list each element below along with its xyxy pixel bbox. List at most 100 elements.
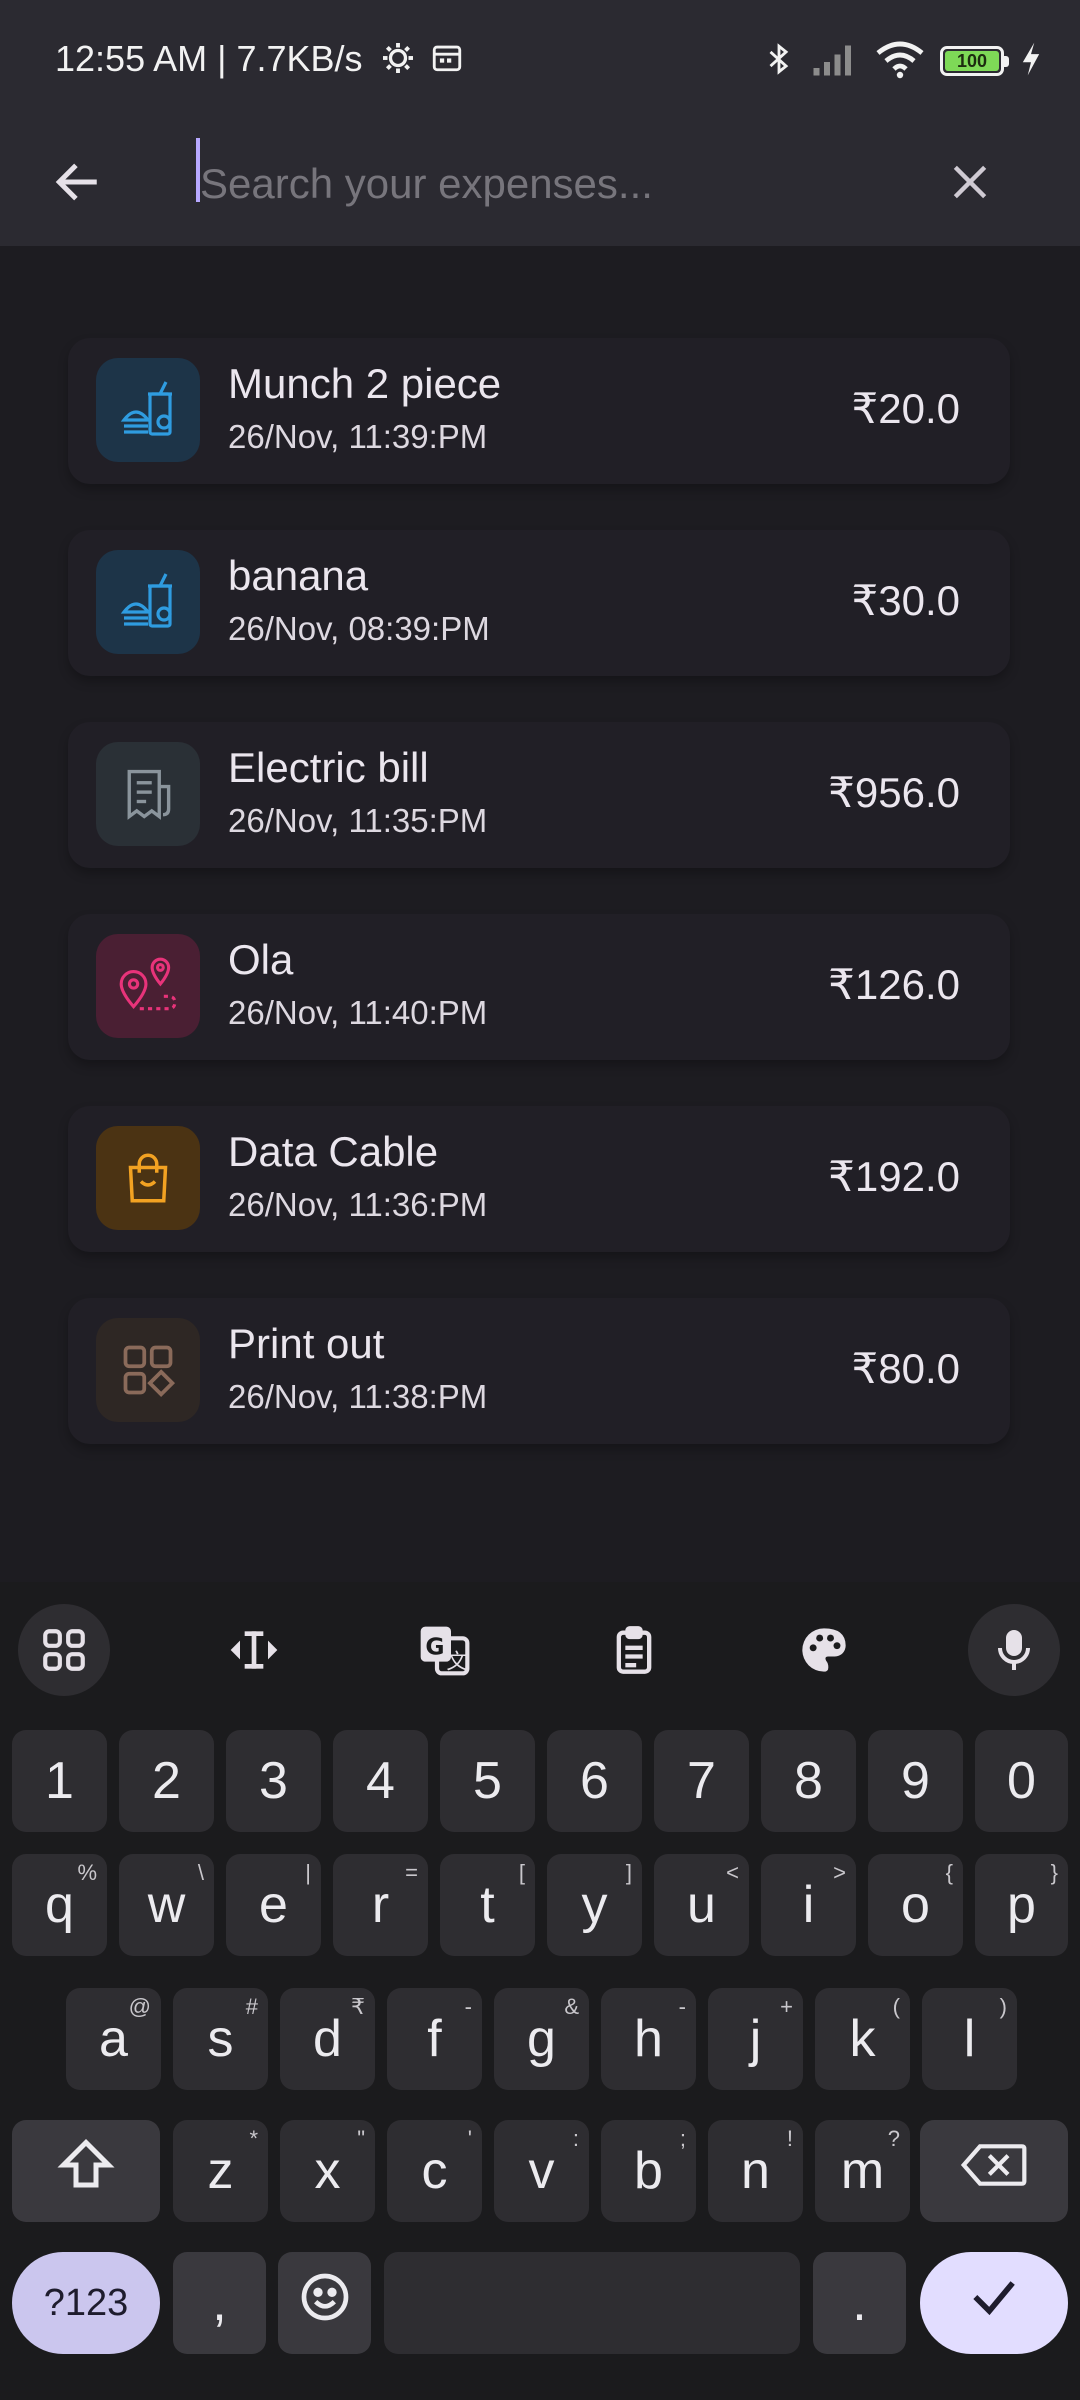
key-f[interactable]: f- bbox=[387, 1988, 482, 2090]
key-w[interactable]: w \ bbox=[119, 1854, 214, 1956]
key-6[interactable]: 6 bbox=[547, 1730, 642, 1832]
key-r[interactable]: r = bbox=[333, 1854, 428, 1956]
status-time: 12:55 AM | 7.7KB/s bbox=[55, 38, 363, 79]
expense-item[interactable]: Ola 26/Nov, 11:40:PM ₹126.0 bbox=[68, 914, 1010, 1060]
key-label: q bbox=[45, 1876, 74, 1934]
key-hint: " bbox=[357, 2126, 365, 2151]
space-bar[interactable] bbox=[384, 2252, 800, 2354]
key-hint: ' bbox=[467, 2126, 472, 2151]
key-8[interactable]: 8 bbox=[761, 1730, 856, 1832]
clipboard-icon[interactable] bbox=[588, 1604, 680, 1696]
text-cursor-icon[interactable] bbox=[208, 1604, 300, 1696]
expense-item[interactable]: Print out 26/Nov, 11:38:PM ₹80.0 bbox=[68, 1298, 1010, 1444]
key-d[interactable]: d ₹ bbox=[280, 1988, 375, 2090]
top-app-bar: 12:55 AM | 7.7KB/s 100 bbox=[0, 0, 1080, 246]
key-hint: - bbox=[464, 1994, 472, 2019]
food-icon bbox=[96, 358, 200, 462]
key-label: 4 bbox=[366, 1752, 395, 1810]
expense-item[interactable]: banana 26/Nov, 08:39:PM ₹30.0 bbox=[68, 530, 1010, 676]
apps-grid-icon[interactable] bbox=[18, 1604, 110, 1696]
expense-date: 26/Nov, 11:36:PM bbox=[228, 1186, 488, 1223]
back-button[interactable] bbox=[38, 144, 118, 224]
key-k[interactable]: k( bbox=[815, 1988, 910, 2090]
key-label: u bbox=[687, 1876, 716, 1934]
key-g[interactable]: g & bbox=[494, 1988, 589, 2090]
expense-title: banana bbox=[228, 552, 369, 599]
key-v[interactable]: v: bbox=[494, 2120, 589, 2222]
key-label: , bbox=[212, 2274, 227, 2332]
expense-title: Munch 2 piece bbox=[228, 360, 502, 407]
receipt-icon bbox=[96, 742, 200, 846]
backspace-icon bbox=[959, 2140, 1029, 2203]
key-label: f bbox=[427, 2010, 442, 2068]
signal-icon bbox=[812, 41, 860, 82]
expense-item[interactable]: Electric bill 26/Nov, 11:35:PM ₹956.0 bbox=[68, 722, 1010, 868]
translate-icon[interactable]: G文 bbox=[398, 1604, 490, 1696]
key-x[interactable]: x " bbox=[280, 2120, 375, 2222]
expense-item[interactable]: Data Cable 26/Nov, 11:36:PM ₹192.0 bbox=[68, 1106, 1010, 1252]
key-label: 6 bbox=[580, 1752, 609, 1810]
key-hint: # bbox=[245, 1994, 258, 2019]
key-z[interactable]: z * bbox=[173, 2120, 268, 2222]
key-y[interactable]: y] bbox=[547, 1854, 642, 1956]
key-o[interactable]: o{ bbox=[868, 1854, 963, 1956]
expense-date: 26/Nov, 11:40:PM bbox=[228, 994, 488, 1031]
key-q[interactable]: q% bbox=[12, 1854, 107, 1956]
key-7[interactable]: 7 bbox=[654, 1730, 749, 1832]
key-n[interactable]: n! bbox=[708, 2120, 803, 2222]
key-p[interactable]: p} bbox=[975, 1854, 1068, 1956]
key-m[interactable]: m? bbox=[815, 2120, 910, 2222]
key-l[interactable]: l) bbox=[922, 1988, 1017, 2090]
key-label: 1 bbox=[45, 1752, 74, 1810]
key-hint: % bbox=[77, 1860, 97, 1885]
expense-date: 26/Nov, 08:39:PM bbox=[228, 610, 490, 647]
key-label: g bbox=[527, 2010, 556, 2068]
key-label: ?123 bbox=[43, 2281, 129, 2324]
key-i[interactable]: i > bbox=[761, 1854, 856, 1956]
calendar-icon bbox=[430, 40, 464, 79]
shift-key[interactable] bbox=[12, 2120, 160, 2222]
key-label: j bbox=[749, 2010, 762, 2068]
key-t[interactable]: t[ bbox=[440, 1854, 535, 1956]
expense-date: 26/Nov, 11:35:PM bbox=[228, 802, 488, 839]
expense-item[interactable]: Munch 2 piece 26/Nov, 11:39:PM ₹20.0 bbox=[68, 338, 1010, 484]
comma-key[interactable]: , bbox=[173, 2252, 266, 2354]
key-label: x bbox=[314, 2142, 341, 2200]
key-hint: - bbox=[678, 1994, 686, 2019]
clear-search-button[interactable] bbox=[930, 144, 1010, 224]
microphone-icon[interactable] bbox=[968, 1604, 1060, 1696]
key-2[interactable]: 2 bbox=[119, 1730, 214, 1832]
palette-icon[interactable] bbox=[778, 1604, 870, 1696]
emoji-key[interactable] bbox=[278, 2252, 371, 2354]
arrow-back-icon bbox=[53, 157, 103, 212]
key-label: 7 bbox=[687, 1752, 716, 1810]
key-label: p bbox=[1007, 1876, 1036, 1934]
backspace-key[interactable] bbox=[920, 2120, 1068, 2222]
key-b[interactable]: b; bbox=[601, 2120, 696, 2222]
key-h[interactable]: h- bbox=[601, 1988, 696, 2090]
key-a[interactable]: a @ bbox=[66, 1988, 161, 2090]
key-label: . bbox=[852, 2274, 867, 2332]
key-e[interactable]: e | bbox=[226, 1854, 321, 1956]
key-c[interactable]: c ' bbox=[387, 2120, 482, 2222]
key-u[interactable]: u < bbox=[654, 1854, 749, 1956]
key-1[interactable]: 1 bbox=[12, 1730, 107, 1832]
done-key[interactable] bbox=[920, 2252, 1068, 2354]
key-hint: { bbox=[945, 1860, 953, 1885]
period-key[interactable]: . bbox=[813, 2252, 906, 2354]
key-label: o bbox=[901, 1876, 930, 1934]
search-bar bbox=[0, 122, 1080, 246]
key-0[interactable]: 0 bbox=[975, 1730, 1068, 1832]
wifi-icon bbox=[876, 39, 924, 84]
search-input[interactable] bbox=[198, 142, 898, 226]
key-j[interactable]: j + bbox=[708, 1988, 803, 2090]
key-hint: \ bbox=[197, 1860, 204, 1885]
key-3[interactable]: 3 bbox=[226, 1730, 321, 1832]
key-5[interactable]: 5 bbox=[440, 1730, 535, 1832]
key-label: e bbox=[259, 1876, 288, 1934]
key-4[interactable]: 4 bbox=[333, 1730, 428, 1832]
key-s[interactable]: s # bbox=[173, 1988, 268, 2090]
key-9[interactable]: 9 bbox=[868, 1730, 963, 1832]
key-label: s bbox=[207, 2010, 234, 2068]
symbols-key[interactable]: ?123 bbox=[12, 2252, 160, 2354]
